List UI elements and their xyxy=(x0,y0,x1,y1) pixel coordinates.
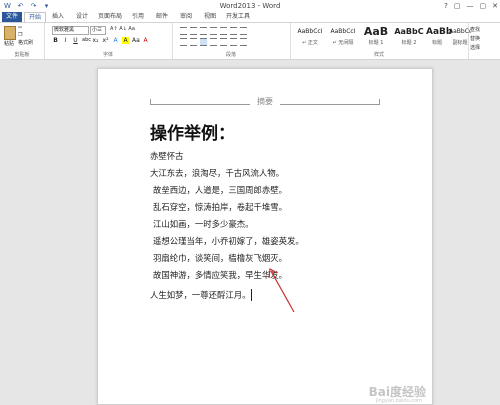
paste-icon[interactable] xyxy=(4,26,16,40)
tab-insert[interactable]: 插入 xyxy=(48,12,68,22)
font-format-buttons: B I U abc x₂ x² A A Aa A xyxy=(52,37,149,44)
text-effects-button[interactable]: A xyxy=(112,37,119,44)
underline-button[interactable]: U xyxy=(72,37,79,44)
ribbon-display-icon[interactable]: ▢ xyxy=(454,0,461,12)
increase-indent-icon[interactable] xyxy=(220,27,227,35)
styles-gallery: AaBbCcI ↵ 正文 AaBbCcI ↵ 无间隔 AaB 标题 1 AaBb… xyxy=(294,25,471,49)
find-button[interactable]: 查找 xyxy=(470,26,480,35)
help-icon[interactable]: ? xyxy=(444,0,448,12)
style-subtitle[interactable]: AaBbCcI 副标题 xyxy=(449,25,471,47)
style-normal[interactable]: AaBbCcI ↵ 正文 xyxy=(294,25,326,47)
maximize-icon[interactable]: ▢ xyxy=(480,0,487,12)
tab-layout[interactable]: 页面布局 xyxy=(96,12,124,22)
text-cursor xyxy=(251,289,252,301)
highlight-button[interactable]: A xyxy=(122,37,129,44)
doc-line[interactable]: 故垒西边，人道是，三国周郎赤壁。 xyxy=(153,184,287,196)
font-group-label: 字体 xyxy=(102,52,113,58)
sort-icon[interactable] xyxy=(230,27,237,35)
font-group: 微软雅黑 小三 A↑ A↓ Aa B I U abc x₂ x² A A Aa … xyxy=(44,23,173,59)
doc-line[interactable]: 遥想公瑾当年，小乔初嫁了，雄姿英发。 xyxy=(153,235,304,247)
change-case-button[interactable]: Aa xyxy=(132,37,140,44)
paste-button[interactable]: 粘贴 xyxy=(4,40,14,47)
replace-button[interactable]: 替换 xyxy=(470,35,480,44)
tab-review[interactable]: 审阅 xyxy=(176,12,196,22)
window-controls: ? ▢ — ▢ ✕ xyxy=(444,0,498,12)
strikethrough-button[interactable]: abc xyxy=(82,37,91,44)
style-heading-1[interactable]: AaB 标题 1 xyxy=(360,25,392,47)
cut-icon[interactable]: ✂ xyxy=(18,25,22,31)
font-color-button[interactable]: A xyxy=(142,37,149,44)
copy-icon[interactable]: ❐ xyxy=(18,32,22,38)
font-size-select[interactable]: 小三 xyxy=(90,26,106,35)
header-text[interactable]: 摘要 xyxy=(250,96,280,107)
tab-developer[interactable]: 开发工具 xyxy=(224,12,252,22)
decrease-indent-icon[interactable] xyxy=(210,27,217,35)
justify-icon[interactable] xyxy=(210,38,217,46)
format-painter-button[interactable]: 格式刷 xyxy=(18,39,33,46)
clipboard-group: 粘贴 ✂ ❐ 格式刷 剪贴板 xyxy=(0,23,45,59)
minimize-icon[interactable]: — xyxy=(467,0,474,12)
close-icon[interactable]: ✕ xyxy=(492,0,498,12)
font-name-select[interactable]: 微软雅黑 xyxy=(52,26,89,35)
align-left-icon[interactable] xyxy=(180,38,187,46)
style-title[interactable]: AaBb 标题 xyxy=(426,25,452,47)
list-buttons xyxy=(180,27,247,35)
align-center-icon[interactable] xyxy=(190,38,197,46)
document-page[interactable]: 摘要 操作举例： 赤壁怀古 大江东去，浪淘尽，千古风流人物。 故垒西边，人道是，… xyxy=(97,68,433,405)
style-no-spacing[interactable]: AaBbCcI ↵ 无间隔 xyxy=(327,25,359,47)
tab-file[interactable]: 文件 xyxy=(2,12,22,22)
shading-icon[interactable] xyxy=(240,38,247,46)
subscript-button[interactable]: x₂ xyxy=(92,37,99,44)
paragraph-group-label: 段落 xyxy=(225,52,236,58)
tab-mailings[interactable]: 邮件 xyxy=(152,12,172,22)
multilevel-list-icon[interactable] xyxy=(200,27,207,35)
title-bar: W ↶ ↷ ▾ Word2013 - Word ? ▢ — ▢ ✕ xyxy=(0,0,500,12)
tab-design[interactable]: 设计 xyxy=(72,12,92,22)
align-right-icon[interactable] xyxy=(200,38,207,46)
distribute-icon[interactable] xyxy=(220,38,227,46)
document-title[interactable]: 操作举例： xyxy=(150,119,235,144)
doc-line[interactable]: 大江东去，浪淘尽，千古风流人物。 xyxy=(150,167,284,179)
clipboard-group-label: 剪贴板 xyxy=(14,52,30,58)
superscript-button[interactable]: x² xyxy=(102,37,109,44)
doc-line[interactable]: 江山如画，一时多少豪杰。 xyxy=(153,218,254,230)
bullets-icon[interactable] xyxy=(180,27,187,35)
editing-group: 查找 替换 选择 xyxy=(470,26,480,53)
show-marks-icon[interactable] xyxy=(240,27,247,35)
select-button[interactable]: 选择 xyxy=(470,44,480,53)
line-spacing-icon[interactable] xyxy=(230,38,237,46)
doc-line[interactable]: 人生如梦，一尊还酹江月。 xyxy=(150,289,251,301)
tab-view[interactable]: 视图 xyxy=(200,12,220,22)
styles-group-label: 样式 xyxy=(373,52,384,58)
ribbon: 粘贴 ✂ ❐ 格式刷 剪贴板 微软雅黑 小三 A↑ A↓ Aa B I U ab… xyxy=(0,22,500,60)
watermark-url: jingyan.baidu.com xyxy=(375,398,422,404)
paragraph-group: 段落 xyxy=(172,23,291,59)
doc-line[interactable]: 赤壁怀古 xyxy=(150,150,184,162)
numbering-icon[interactable] xyxy=(190,27,197,35)
window-title: Word2013 - Word xyxy=(219,2,281,10)
doc-line[interactable]: 羽扇纶巾，谈笑间，樯橹灰飞烟灭。 xyxy=(153,252,287,264)
doc-line[interactable]: 故国神游，多情应笑我，早生华发。 xyxy=(153,269,287,281)
doc-line[interactable]: 乱石穿空，惊涛拍岸，卷起千堆雪。 xyxy=(153,201,287,213)
annotation-arrow-icon xyxy=(268,268,295,313)
grow-font-icon[interactable]: A↑ A↓ Aa xyxy=(110,26,135,32)
vertical-ruler xyxy=(0,59,10,403)
italic-button[interactable]: I xyxy=(62,37,69,44)
bold-button[interactable]: B xyxy=(52,37,59,44)
ribbon-tabs: 文件 开始 插入 设计 页面布局 引用 邮件 审阅 视图 开发工具 xyxy=(0,12,500,23)
tab-references[interactable]: 引用 xyxy=(128,12,148,22)
style-heading-2[interactable]: AaBbC 标题 2 xyxy=(393,25,425,47)
align-buttons xyxy=(180,38,247,46)
styles-group: AaBbCcI ↵ 正文 AaBbCcI ↵ 无间隔 AaB 标题 1 AaBb… xyxy=(290,23,471,59)
